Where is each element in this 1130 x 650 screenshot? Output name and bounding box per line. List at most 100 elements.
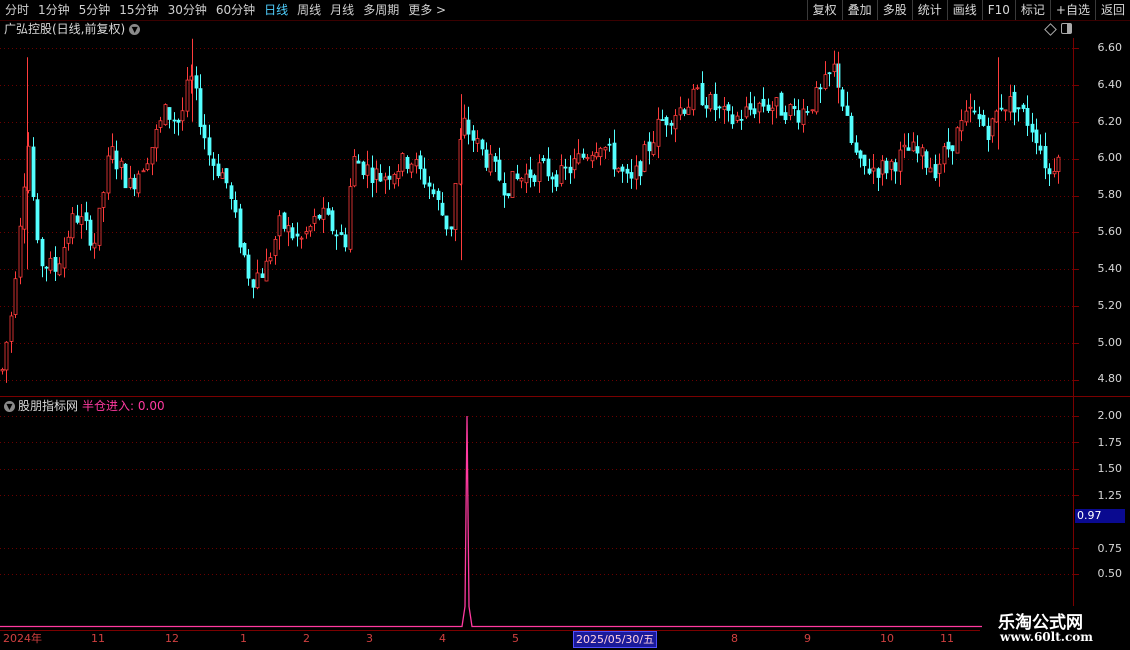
candle-body [629, 172, 634, 179]
crosshair-date-label: 2025/05/30/五 [573, 631, 658, 648]
candle-body [246, 254, 251, 279]
candle-body [854, 142, 859, 153]
candle-body [48, 257, 53, 271]
candle-body [933, 164, 938, 179]
candle-body [576, 153, 581, 164]
candle-body [616, 167, 621, 172]
candle-body [396, 171, 401, 179]
candle-body [475, 138, 480, 144]
candle-body [229, 185, 234, 199]
chevron-down-icon[interactable]: ▼ [4, 401, 15, 412]
candle-body [216, 163, 221, 177]
candle-body [603, 146, 608, 151]
candle-body [651, 142, 656, 155]
kline-chart[interactable] [0, 0, 1130, 650]
candle-body [977, 114, 982, 120]
candle-body [541, 158, 546, 162]
candle-body [141, 170, 146, 173]
candle-body [365, 164, 370, 176]
candlesticks [0, 38, 1061, 383]
candle-body [691, 88, 696, 111]
candle-body [739, 118, 744, 121]
candle-body [101, 192, 106, 208]
candle-body [106, 155, 111, 194]
candle-body [920, 147, 925, 157]
candle-body [22, 186, 27, 230]
candle-body [946, 141, 951, 150]
candle-body [436, 190, 441, 200]
candle-body [13, 278, 18, 315]
candle-body [92, 242, 97, 249]
candle-body [158, 120, 163, 128]
date-label: 11 [940, 632, 954, 645]
candle-body [422, 168, 427, 185]
current-value-badge: 0.97 [1075, 509, 1125, 523]
candle-body [207, 137, 212, 156]
date-label: 5 [512, 632, 519, 645]
candle-body [964, 110, 969, 123]
candle-body [950, 145, 955, 152]
indicator-tick: 1.25 [1097, 489, 1123, 502]
candle-body [88, 219, 93, 246]
candle-body [779, 92, 784, 116]
candle-body [238, 208, 243, 248]
candle-body [528, 169, 533, 178]
candle-body [132, 177, 137, 190]
candle-body [642, 144, 647, 172]
candle-body [119, 160, 124, 168]
candle-body [757, 102, 762, 113]
panel-toggle-icon[interactable] [1061, 23, 1072, 34]
candle-body [123, 163, 128, 189]
candle-body [84, 212, 89, 222]
candle-body [97, 207, 102, 246]
main-grid [0, 48, 1079, 381]
candle-body [374, 168, 379, 180]
candle-body [673, 115, 678, 130]
candle-body [62, 247, 67, 269]
stock-title: 广弘控股(日线,前复权) [4, 22, 126, 36]
candle-body [770, 107, 775, 112]
candle-body [1016, 107, 1021, 110]
candle-body [664, 117, 669, 126]
candle-body [871, 167, 876, 172]
candle-body [906, 147, 911, 151]
date-label: 11 [91, 632, 105, 645]
candle-body [928, 167, 933, 173]
candle-body [211, 158, 216, 166]
candle-body [418, 155, 423, 170]
candle-body [70, 213, 75, 239]
candle-body [493, 156, 498, 162]
price-tick: 4.80 [1097, 372, 1123, 385]
candle-body [9, 315, 14, 342]
candle-body [128, 177, 133, 188]
candle-body [581, 153, 586, 158]
candle-body [796, 110, 801, 123]
candle-body [968, 106, 973, 109]
candle-body [361, 161, 366, 176]
candle-body [612, 142, 617, 170]
date-label: 10 [880, 632, 894, 645]
price-tick: 5.40 [1097, 262, 1123, 275]
candle-body [145, 163, 150, 171]
candle-body [1025, 108, 1030, 126]
candle-body [801, 108, 806, 126]
diamond-icon[interactable] [1044, 23, 1057, 36]
candle-body [686, 106, 691, 115]
chevron-down-icon[interactable]: ▼ [129, 24, 141, 35]
candle-body [717, 106, 722, 109]
candle-body [233, 199, 238, 213]
candle-body [453, 182, 458, 230]
candle-body [260, 273, 265, 278]
candle-body [792, 106, 797, 109]
candle-body [66, 236, 71, 244]
candle-body [31, 146, 36, 198]
candle-body [981, 114, 986, 126]
candle-body [348, 186, 353, 250]
candle-body [959, 120, 964, 132]
candle-body [409, 163, 414, 173]
candle-body [766, 104, 771, 111]
price-tick: 6.60 [1097, 41, 1123, 54]
candle-body [704, 105, 709, 109]
indicator-series [0, 415, 1073, 628]
candle-body [198, 88, 203, 127]
